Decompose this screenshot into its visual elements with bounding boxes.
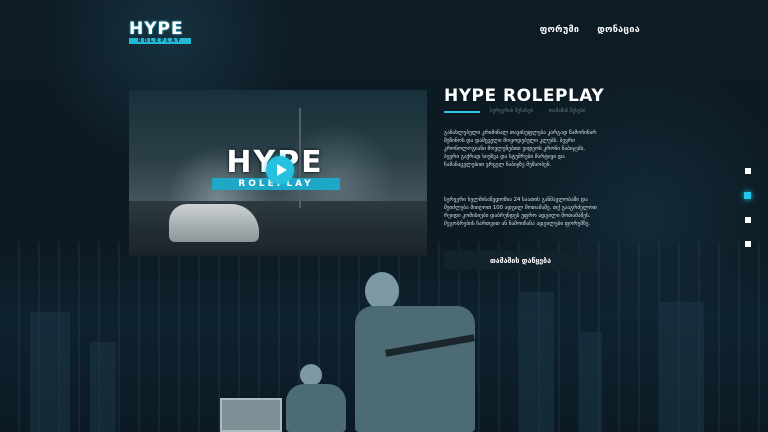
tab-about[interactable]: სერვერის შესახებ <box>490 108 533 114</box>
title-accent-line <box>444 111 480 113</box>
info-tabs: სერვერის შესახებ თამაშის წესები <box>490 108 586 114</box>
supply-crate <box>220 398 282 432</box>
video-preview[interactable]: HYPE ROLEPLAY <box>129 90 427 256</box>
nav-forum-link[interactable]: ფორუმი <box>540 25 580 35</box>
logo-sub: ROLEPLAY <box>129 38 191 44</box>
video-car <box>169 204 259 242</box>
start-game-button[interactable]: თამაშის დაწყება <box>444 251 597 270</box>
pager-dot-3[interactable] <box>745 217 751 223</box>
pager-dot-2[interactable] <box>744 192 751 199</box>
soldier-figure-main <box>345 272 495 432</box>
section-pager <box>744 168 751 247</box>
logo-word: HYPE <box>129 19 184 39</box>
nav-donation-link[interactable]: დონაცია <box>597 25 640 35</box>
site-logo[interactable]: HYPE ROLEPLAY <box>129 19 191 44</box>
server-description-2: სერვერი ხელმისაწვდომია 24 საათის განმავლ… <box>444 197 597 227</box>
top-nav: ფორუმი დონაცია <box>540 25 640 35</box>
server-description-1: განახლებული კრიმინალ თავისუფლება კარგად … <box>444 130 597 168</box>
pager-dot-1[interactable] <box>745 168 751 174</box>
tab-rules[interactable]: თამაშის წესები <box>549 108 586 114</box>
pager-dot-4[interactable] <box>745 241 751 247</box>
play-icon <box>276 164 287 176</box>
video-play-button[interactable] <box>266 156 294 184</box>
server-title: HYPE ROLEPLAY <box>444 86 605 106</box>
